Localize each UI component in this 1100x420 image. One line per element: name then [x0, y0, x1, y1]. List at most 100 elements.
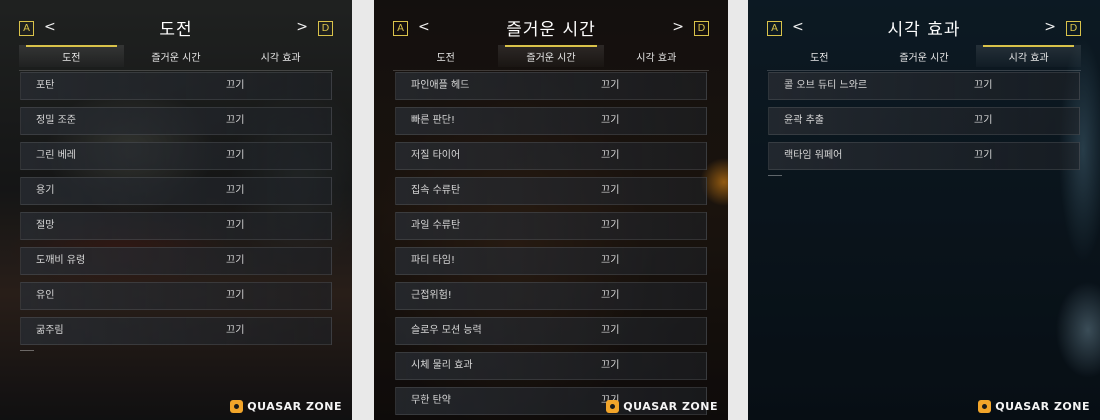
watermark-text: QUASAR ZONE [995, 399, 1090, 413]
option-row[interactable]: 도깨비 유령 끄기 [20, 247, 332, 275]
option-value: 끄기 [226, 220, 245, 231]
chevron-left-icon[interactable]: < [792, 19, 804, 35]
quasar-logo-icon [978, 399, 992, 413]
option-row[interactable]: 근접위험! 끄기 [395, 282, 707, 310]
option-value: 끄기 [601, 325, 620, 336]
option-value: 끄기 [226, 290, 245, 301]
quasar-logo-icon [606, 399, 620, 413]
header: A < 시각 효과 > D [748, 16, 1100, 46]
option-label: 절망 [36, 220, 55, 231]
option-row[interactable]: 굶주림 끄기 [20, 317, 332, 345]
list-end-marker [768, 175, 782, 176]
option-label: 콜 오브 듀티 느와르 [784, 80, 868, 91]
option-label: 그린 베레 [36, 150, 76, 161]
option-value: 끄기 [226, 80, 245, 91]
option-label: 포탄 [36, 80, 55, 91]
tab-fun-time[interactable]: 즐거운 시간 [498, 45, 604, 67]
menu-panel-visual-effects: A < 시각 효과 > D 도전 즐거운 시간 시각 효과 콜 오브 듀티 느와… [748, 0, 1100, 420]
tab-challenges[interactable]: 도전 [393, 45, 498, 67]
tab-fun-time[interactable]: 즐거운 시간 [124, 45, 229, 67]
tab-visual-effects[interactable]: 시각 효과 [976, 45, 1081, 67]
chevron-left-icon[interactable]: < [44, 19, 56, 35]
menu-panel-challenges: A < 도전 > D 도전 즐거운 시간 시각 효과 포탄 끄기 정밀 조준 끄기 … [0, 0, 352, 420]
option-label: 무한 탄약 [411, 395, 451, 406]
option-row[interactable]: 절망 끄기 [20, 212, 332, 240]
key-hint-d[interactable]: D [694, 21, 709, 36]
chevron-right-icon[interactable]: > [1044, 19, 1056, 35]
option-row[interactable]: 파인애플 헤드 끄기 [395, 72, 707, 100]
option-row[interactable]: 빠른 판단! 끄기 [395, 107, 707, 135]
header: A < 도전 > D [0, 16, 352, 46]
option-value: 끄기 [974, 80, 993, 91]
option-value: 끄기 [601, 150, 620, 161]
option-label: 용기 [36, 185, 55, 196]
option-list: 포탄 끄기 정밀 조준 끄기 그린 베레 끄기 용기 끄기 절망 끄기 도깨비 유령 끄기 … [20, 72, 332, 351]
option-label: 시체 물리 효과 [411, 360, 473, 371]
quasar-logo-icon [230, 399, 244, 413]
option-row[interactable]: 유인 끄기 [20, 282, 332, 310]
chevron-left-icon[interactable]: < [418, 19, 430, 35]
option-value: 끄기 [226, 150, 245, 161]
option-value: 끄기 [601, 290, 620, 301]
option-row[interactable]: 용기 끄기 [20, 177, 332, 205]
key-hint-a[interactable]: A [393, 21, 408, 36]
option-row[interactable]: 과일 수류탄 끄기 [395, 212, 707, 240]
option-value: 끄기 [601, 80, 620, 91]
option-value: 끄기 [601, 255, 620, 266]
option-value: 끄기 [226, 115, 245, 126]
watermark-logo: QUASAR ZONE [606, 398, 718, 414]
tab-bar: 도전 즐거운 시간 시각 효과 [19, 45, 333, 71]
option-row[interactable]: 콜 오브 듀티 느와르 끄기 [768, 72, 1080, 100]
option-label: 근접위험! [411, 290, 452, 301]
option-row[interactable]: 시체 물리 효과 끄기 [395, 352, 707, 380]
option-row[interactable]: 포탄 끄기 [20, 72, 332, 100]
key-hint-a[interactable]: A [767, 21, 782, 36]
option-label: 집속 수류탄 [411, 185, 461, 196]
option-value: 끄기 [974, 150, 993, 161]
option-row[interactable]: 랙타임 워페어 끄기 [768, 142, 1080, 170]
tab-challenges[interactable]: 도전 [767, 45, 872, 67]
option-value: 끄기 [601, 185, 620, 196]
watermark-text: QUASAR ZONE [247, 399, 342, 413]
option-label: 굶주림 [36, 325, 64, 336]
list-end-marker [20, 350, 34, 351]
tab-challenges[interactable]: 도전 [19, 45, 124, 67]
tab-visual-effects[interactable]: 시각 효과 [228, 45, 333, 67]
option-row[interactable]: 슬로우 모션 능력 끄기 [395, 317, 707, 345]
option-row[interactable]: 집속 수류탄 끄기 [395, 177, 707, 205]
chevron-right-icon[interactable]: > [296, 19, 308, 35]
key-hint-a[interactable]: A [19, 21, 34, 36]
option-row[interactable]: 윤곽 추출 끄기 [768, 107, 1080, 135]
chevron-right-icon[interactable]: > [672, 19, 684, 35]
option-value: 끄기 [226, 255, 245, 266]
tab-fun-time[interactable]: 즐거운 시간 [872, 45, 977, 67]
option-label: 과일 수류탄 [411, 220, 461, 231]
option-row[interactable]: 파티 타임! 끄기 [395, 247, 707, 275]
option-label: 슬로우 모션 능력 [411, 325, 482, 336]
page-title: 즐거운 시간 [506, 20, 596, 40]
watermark-text: QUASAR ZONE [623, 399, 718, 413]
key-hint-d[interactable]: D [1066, 21, 1081, 36]
option-label: 윤곽 추출 [784, 115, 824, 126]
option-value: 끄기 [226, 185, 245, 196]
option-value: 끄기 [601, 115, 620, 126]
option-label: 파티 타임! [411, 255, 455, 266]
option-label: 랙타임 워페어 [784, 150, 843, 161]
option-row[interactable]: 저질 타이어 끄기 [395, 142, 707, 170]
option-label: 빠른 판단! [411, 115, 455, 126]
option-label: 유인 [36, 290, 55, 301]
option-value: 끄기 [974, 115, 993, 126]
option-label: 도깨비 유령 [36, 255, 86, 266]
tab-visual-effects[interactable]: 시각 효과 [604, 45, 709, 67]
page-title: 도전 [159, 20, 193, 40]
option-label: 저질 타이어 [411, 150, 461, 161]
option-row[interactable]: 정밀 조준 끄기 [20, 107, 332, 135]
option-value: 끄기 [226, 325, 245, 336]
option-row[interactable]: 그린 베레 끄기 [20, 142, 332, 170]
tab-bar: 도전 즐거운 시간 시각 효과 [767, 45, 1081, 71]
menu-panel-fun-time: A < 즐거운 시간 > D 도전 즐거운 시간 시각 효과 파인애플 헤드 끄기… [374, 0, 728, 420]
option-list: 콜 오브 듀티 느와르 끄기 윤곽 추출 끄기 랙타임 워페어 끄기 [768, 72, 1080, 176]
key-hint-d[interactable]: D [318, 21, 333, 36]
option-value: 끄기 [601, 220, 620, 231]
tab-bar: 도전 즐거운 시간 시각 효과 [393, 45, 709, 71]
